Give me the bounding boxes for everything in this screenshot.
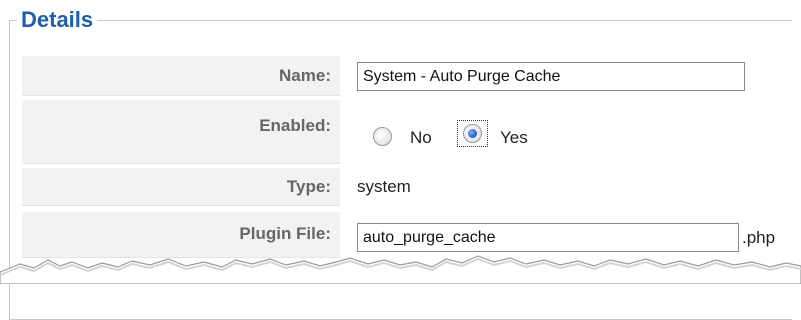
enabled-label: Enabled: [22, 100, 340, 164]
torn-edge-effect [0, 255, 801, 284]
plugin-file-input[interactable] [357, 223, 739, 252]
name-input[interactable] [357, 62, 745, 91]
details-legend: Details [17, 6, 98, 34]
plugin-file-suffix: .php [742, 228, 776, 247]
enabled-no-label[interactable]: No [410, 127, 432, 149]
enabled-no-radio[interactable] [373, 127, 392, 146]
type-label: Type: [22, 168, 340, 206]
enabled-yes-label[interactable]: Yes [500, 127, 528, 149]
type-value: system [357, 177, 411, 196]
name-label: Name: [22, 56, 340, 96]
enabled-yes-radio[interactable] [463, 124, 482, 143]
